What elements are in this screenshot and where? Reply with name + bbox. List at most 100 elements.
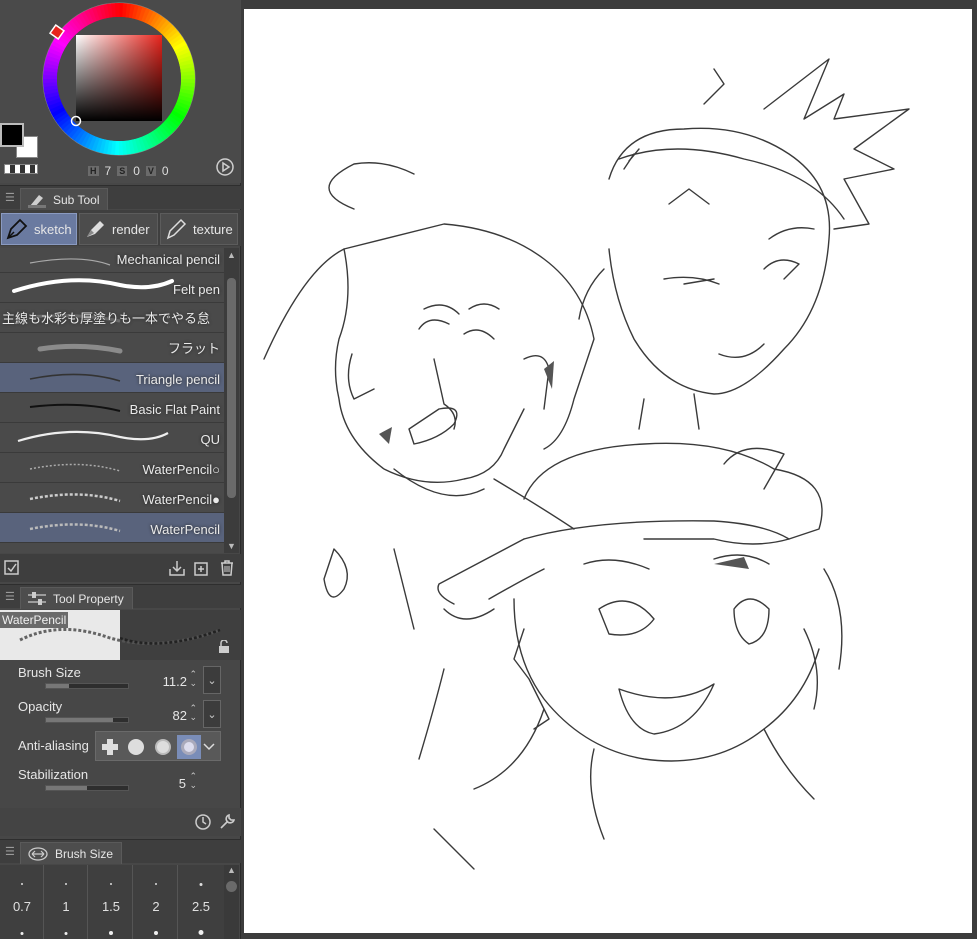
opacity-spinner[interactable]: ⌃ ⌄ [189, 704, 197, 722]
brush-size-spinner[interactable]: ⌃ ⌄ [189, 670, 197, 688]
brush-size-panel-header: ☰ Brush Size [0, 839, 241, 864]
stabilization-value[interactable]: 5 [179, 776, 186, 791]
brush-name: Felt pen [173, 282, 220, 297]
aa-weak-option[interactable] [124, 735, 148, 759]
tool-property-title: Tool Property [53, 591, 124, 606]
aa-medium-option[interactable] [151, 735, 175, 759]
opacity-fill [46, 718, 114, 722]
anti-aliasing-selector [95, 731, 221, 761]
brush-size-scrollbar[interactable]: ▲ [224, 865, 239, 939]
opacity-slider[interactable] [45, 717, 129, 723]
tab-tool-property[interactable]: Tool Property [20, 587, 133, 609]
trash-icon[interactable] [217, 558, 237, 578]
s-label: S [117, 166, 128, 176]
tab-render-label: render [112, 221, 150, 237]
opacity-label: Opacity [18, 699, 63, 714]
brush-size-row: Brush Size 11.2 ⌃ ⌄ ⌄ [0, 665, 241, 699]
tab-brush-size[interactable]: Brush Size [20, 842, 123, 864]
clip-studio-window: H 7 S 0 V 0 ☰ Sub Tool sketch render tex… [0, 0, 977, 939]
pen-nib-icon [4, 216, 30, 242]
subtool-group-tabs: sketch render texture [0, 210, 241, 246]
tab-sketch-label: sketch [34, 221, 72, 237]
stabilization-slider[interactable] [45, 785, 129, 791]
scroll-thumb[interactable] [226, 881, 237, 892]
scroll-up-icon[interactable]: ▲ [224, 248, 239, 262]
opacity-row: Opacity 82 ⌃ ⌄ ⌄ [0, 699, 241, 733]
brush-size-dynamics-button[interactable]: ⌄ [203, 666, 221, 694]
pencil-icon [163, 216, 189, 242]
clock-settings-icon[interactable] [193, 812, 213, 832]
brush-size-fill [46, 684, 69, 688]
property-bottom-bar [0, 808, 241, 836]
sliders-icon [28, 591, 46, 605]
play-circle-icon[interactable] [215, 157, 235, 177]
aa-strong-option[interactable] [177, 735, 201, 759]
brush-name: 主線も水彩も厚塗りも一本でやる怠 [2, 311, 211, 326]
left-dock: H 7 S 0 V 0 ☰ Sub Tool sketch render tex… [0, 0, 241, 939]
aa-none-option[interactable] [98, 735, 122, 759]
sketch-artwork [263, 58, 910, 870]
opacity-value[interactable]: 82 [173, 708, 187, 723]
list-item[interactable]: WaterPencil● [0, 483, 224, 513]
subtool-panel-header: ☰ Sub Tool [0, 185, 241, 210]
scroll-down-icon[interactable]: ▼ [224, 539, 239, 553]
size-value: 2.5 [191, 899, 211, 914]
brush-preview: WaterPencil [0, 610, 241, 660]
panel-menu-icon[interactable]: ☰ [5, 192, 15, 204]
tab-sketch[interactable]: sketch [1, 213, 77, 245]
s-value: 0 [133, 164, 140, 178]
list-item[interactable]: 主線も水彩も厚塗りも一本でやる怠 [0, 303, 224, 333]
wrench-icon[interactable] [217, 812, 237, 832]
brush-size-slider[interactable] [45, 683, 129, 689]
list-item[interactable]: Triangle pencil [0, 363, 224, 393]
opacity-dynamics-button[interactable]: ⌄ [203, 700, 221, 728]
list-item[interactable]: Mechanical pencil [0, 248, 224, 273]
list-item[interactable]: WaterPencil○ [0, 453, 224, 483]
stabilization-spinner[interactable]: ⌃ ⌄ [189, 772, 197, 790]
v-label: V [145, 166, 156, 176]
download-icon[interactable] [167, 558, 187, 578]
tab-texture-label: texture [193, 221, 233, 237]
lock-icon[interactable] [217, 640, 231, 654]
chevron-down-icon[interactable] [200, 735, 218, 759]
color-wheel-panel: H 7 S 0 V 0 [0, 0, 241, 183]
duplicate-icon[interactable] [192, 558, 212, 578]
brush-name: Basic Flat Paint [129, 402, 220, 417]
tab-texture[interactable]: texture [160, 213, 238, 245]
list-item[interactable]: Basic Flat Paint [0, 393, 224, 423]
brush-size-preset[interactable]: 2 [134, 865, 178, 939]
canvas-area[interactable] [241, 0, 977, 939]
tab-render[interactable]: render [79, 213, 158, 245]
brush-size-preset[interactable]: 0.7 [0, 865, 44, 939]
drawing-canvas[interactable] [244, 9, 972, 933]
list-item[interactable]: QU [0, 423, 224, 453]
panel-menu-icon[interactable]: ☰ [5, 591, 15, 603]
list-item[interactable]: Felt pen [0, 273, 224, 303]
main-color-swatch-front [0, 123, 24, 147]
panel-menu-icon[interactable]: ☰ [5, 846, 15, 858]
brush-name: フラット [167, 341, 220, 356]
transparent-color-swatch[interactable] [4, 164, 38, 174]
brush-size-preset[interactable]: 1.5 [89, 865, 133, 939]
subtool-settings-icon[interactable] [2, 558, 22, 578]
brush-size-label: Brush Size [18, 665, 81, 680]
brush-name: QU [200, 432, 221, 447]
marker-icon [82, 216, 108, 242]
size-value: 0.7 [12, 899, 32, 914]
brush-size-preset[interactable]: 2.5 [179, 865, 223, 939]
brush-size-panel-title: Brush Size [55, 846, 114, 861]
scroll-thumb[interactable] [227, 278, 236, 498]
tab-subtool[interactable]: Sub Tool [20, 188, 109, 210]
brush-list-toolbar [0, 554, 241, 582]
pen-tool-icon [28, 194, 46, 208]
preview-brush-name: WaterPencil [0, 612, 69, 628]
stabilization-row: Stabilization 5 ⌃ ⌄ [0, 767, 241, 801]
scroll-up-icon[interactable]: ▲ [224, 865, 239, 875]
brush-name: WaterPencil [150, 522, 220, 537]
brush-size-grid: 0.7 1 1.5 2 2.5 [0, 865, 224, 939]
brush-size-preset[interactable]: 1 [44, 865, 88, 939]
list-item[interactable]: フラット [0, 333, 224, 363]
brush-size-value[interactable]: 11.2 [163, 674, 187, 689]
list-item[interactable]: WaterPencil [0, 513, 224, 543]
brush-list-scrollbar[interactable]: ▲ ▼ [224, 248, 239, 553]
